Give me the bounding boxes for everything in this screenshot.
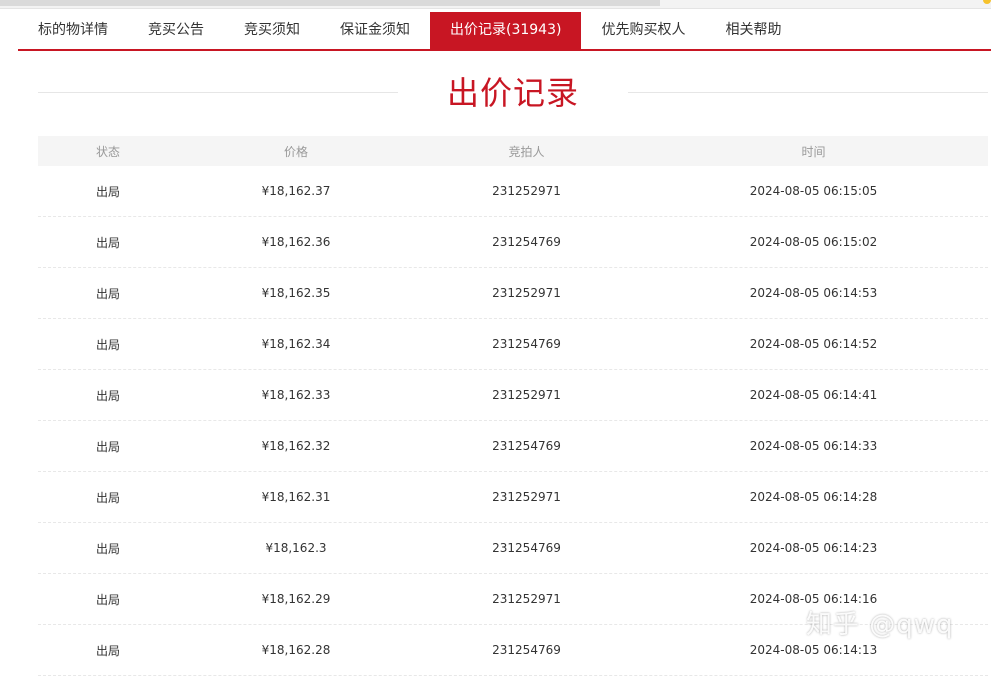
cell-status: 出局: [95, 184, 120, 199]
table-header: 状态 价格 竞拍人 时间: [38, 136, 988, 166]
tab-bid-records[interactable]: 出价记录(31943): [430, 12, 582, 49]
cell-price: ¥18,162.28: [261, 643, 331, 657]
header-time: 时间: [801, 144, 826, 159]
cell-bidder: 231252971: [492, 388, 561, 402]
table-row: 出局 ¥18,162.36 231254769 2024-08-05 06:15…: [38, 217, 988, 268]
cell-status: 出局: [95, 286, 120, 301]
cell-status: 出局: [95, 235, 120, 250]
tab-deposit-notice[interactable]: 保证金须知: [320, 12, 430, 49]
cell-price: ¥18,162.31: [261, 490, 331, 504]
table-row: 出局 ¥18,162.34 231254769 2024-08-05 06:14…: [38, 319, 988, 370]
table-row: 出局 ¥18,162.3 231254769 2024-08-05 06:14:…: [38, 523, 988, 574]
tab-item-details[interactable]: 标的物详情: [18, 12, 128, 49]
cell-bidder: 231254769: [492, 541, 561, 555]
header-bidder: 竞拍人: [508, 144, 545, 159]
cell-price: ¥18,162.37: [261, 184, 331, 198]
cell-price: ¥18,162.33: [261, 388, 331, 402]
cell-status: 出局: [95, 643, 120, 658]
title-divider-left: [38, 92, 398, 93]
cell-status: 出局: [95, 439, 120, 454]
cell-price: ¥18,162.3: [265, 541, 327, 555]
cell-price: ¥18,162.34: [261, 337, 331, 351]
cell-time: 2024-08-05 06:15:05: [749, 184, 878, 198]
cell-status: 出局: [95, 541, 120, 556]
notification-dot-icon: [983, 0, 991, 4]
tab-preemptive-buyer[interactable]: 优先购买权人: [581, 12, 705, 49]
top-scrollbar-track: [0, 0, 660, 6]
cell-status: 出局: [95, 337, 120, 352]
cell-status: 出局: [95, 388, 120, 403]
zhihu-watermark: 知乎 @qwq: [806, 610, 954, 640]
cell-price: ¥18,162.29: [261, 592, 331, 606]
tab-help[interactable]: 相关帮助: [705, 12, 801, 49]
cell-time: 2024-08-05 06:14:52: [749, 337, 878, 351]
cell-time: 2024-08-05 06:15:02: [749, 235, 878, 249]
header-price: 价格: [283, 144, 308, 159]
cell-bidder: 231254769: [492, 643, 561, 657]
cell-time: 2024-08-05 06:14:23: [749, 541, 878, 555]
header-status: 状态: [95, 144, 120, 159]
cell-bidder: 231252971: [492, 184, 561, 198]
cell-bidder: 231254769: [492, 337, 561, 351]
cell-time: 2024-08-05 06:14:41: [749, 388, 878, 402]
cell-status: 出局: [95, 592, 120, 607]
section-title: 出价记录: [446, 74, 579, 112]
cell-price: ¥18,162.35: [261, 286, 331, 300]
table-row: 出局 ¥18,162.33 231252971 2024-08-05 06:14…: [38, 370, 988, 421]
table-row: 出局 ¥18,162.31 231252971 2024-08-05 06:14…: [38, 472, 988, 523]
cell-bidder: 231252971: [492, 286, 561, 300]
cell-time: 2024-08-05 06:14:28: [749, 490, 878, 504]
cell-bidder: 231254769: [492, 235, 561, 249]
cell-price: ¥18,162.36: [261, 235, 331, 249]
title-divider-right: [628, 92, 988, 93]
bid-records-table: 状态 价格 竞拍人 时间 出局 ¥18,162.37 231252971 202…: [38, 136, 988, 676]
table-row: 出局 ¥18,162.37 231252971 2024-08-05 06:15…: [38, 166, 988, 217]
cell-status: 出局: [95, 490, 120, 505]
cell-bidder: 231252971: [492, 490, 561, 504]
browser-top-strip: [0, 0, 991, 9]
cell-time: 2024-08-05 06:14:13: [749, 643, 878, 657]
tab-bidding-notice[interactable]: 竞买须知: [224, 12, 320, 49]
detail-tab-bar: 标的物详情 竞买公告 竞买须知 保证金须知 出价记录(31943) 优先购买权人…: [18, 12, 991, 51]
table-row: 出局 ¥18,162.32 231254769 2024-08-05 06:14…: [38, 421, 988, 472]
cell-price: ¥18,162.32: [261, 439, 331, 453]
section-title-row: 出价记录: [38, 70, 988, 116]
cell-time: 2024-08-05 06:14:33: [749, 439, 878, 453]
cell-bidder: 231254769: [492, 439, 561, 453]
cell-time: 2024-08-05 06:14:53: [749, 286, 878, 300]
tab-auction-announcement[interactable]: 竞买公告: [128, 12, 224, 49]
cell-bidder: 231252971: [492, 592, 561, 606]
table-row: 出局 ¥18,162.35 231252971 2024-08-05 06:14…: [38, 268, 988, 319]
